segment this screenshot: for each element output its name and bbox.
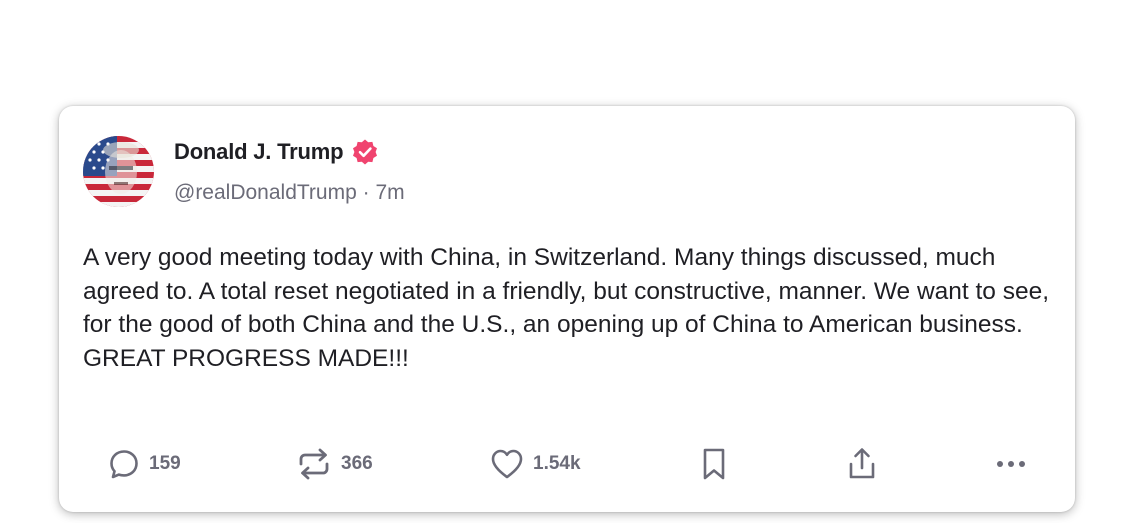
meta-separator: · [356,181,376,204]
post-text: A very good meeting today with China, in… [83,244,1050,372]
reply-count: 159 [149,453,181,474]
reply-button[interactable]: 159 [107,444,181,484]
reply-icon [110,450,138,479]
author-name-row: Donald J. Trump [174,138,379,166]
verified-badge-icon [353,139,378,165]
retruth-icon [299,448,329,480]
like-count: 1.54k [533,453,581,474]
retruth-count: 366 [341,453,373,474]
author-handle[interactable]: @realDonaldTrump [174,181,357,204]
flag-portrait-icon [83,136,154,207]
more-icon [997,461,1025,467]
share-button[interactable] [845,444,879,484]
more-options-button[interactable] [993,444,1029,484]
avatar[interactable] [83,136,154,207]
bookmark-button[interactable] [699,444,729,484]
author-meta: @realDonaldTrump · 7m [174,181,405,205]
heart-icon [491,449,523,479]
post-card: Donald J. Trump @realDonaldTrump · 7m A … [59,106,1075,512]
bookmark-icon [703,448,725,480]
retruth-button[interactable]: 366 [295,444,373,484]
post-timestamp[interactable]: 7m [375,181,404,204]
share-icon [849,448,875,479]
action-bar: 159 366 1.54k [59,444,1075,484]
author-display-name[interactable]: Donald J. Trump [174,139,344,165]
like-button[interactable]: 1.54k [489,444,581,484]
